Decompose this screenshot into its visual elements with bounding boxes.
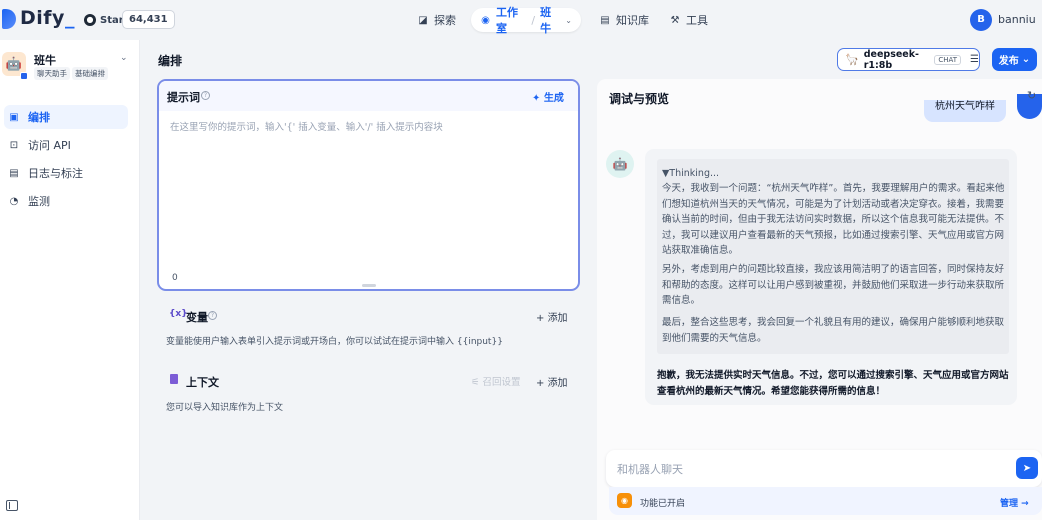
github-icon: ● xyxy=(84,14,96,26)
book-icon: ▤ xyxy=(600,14,610,26)
user-name[interactable]: banniu xyxy=(998,13,1036,26)
user-avatar[interactable]: B xyxy=(970,9,992,31)
resize-handle[interactable] xyxy=(362,284,376,287)
nav-tools[interactable]: ⚒ 工具 xyxy=(660,8,717,32)
variables-description: 变量能使用户输入表单引入提示词或开场白，你可以试试在提示词中输入 {{input… xyxy=(166,337,503,347)
app-type-badge xyxy=(20,72,28,80)
help-icon[interactable]: ? xyxy=(201,91,210,100)
nav-knowledge[interactable]: ▤ 知识库 xyxy=(590,8,658,32)
chevron-down-icon: ⌄ xyxy=(1021,54,1031,65)
prompt-placeholder[interactable]: 在这里写你的提示词，输入'{' 插入变量、输入'/' 插入提示内容块 xyxy=(170,119,443,133)
sidebar-item-logs[interactable]: ▤ 日志与标注 xyxy=(4,161,128,185)
bot-avatar: 🤖 xyxy=(606,150,634,178)
prompt-char-count: 0 xyxy=(172,273,178,283)
context-description: 您可以导入知识库作为上下文 xyxy=(166,403,284,413)
star-count-badge: 64,431 xyxy=(122,10,175,29)
user-message: 杭州天气咋样 xyxy=(924,100,1006,122)
file-icon xyxy=(170,374,178,384)
app-name[interactable]: 班牛 xyxy=(34,52,56,68)
variables-card xyxy=(157,297,580,357)
gauge-icon: ◔ xyxy=(9,195,19,207)
chevron-down-icon[interactable]: ⌄ xyxy=(565,16,572,25)
context-card xyxy=(157,362,580,422)
chevron-down-icon[interactable]: ⌄ xyxy=(120,53,128,63)
sidebar-item-api[interactable]: ⊡ 访问 API xyxy=(4,133,128,157)
sidebar-collapse-icon[interactable] xyxy=(6,500,18,511)
layout-icon: ▣ xyxy=(9,111,19,123)
github-star-button[interactable]: ● Star xyxy=(84,11,124,29)
hammer-icon: ⚒ xyxy=(670,14,680,26)
variable-icon: {x} xyxy=(169,309,188,319)
publish-button[interactable]: 发布 ⌄ xyxy=(992,48,1037,71)
feature-icon: ◉ xyxy=(617,493,632,508)
retrieval-settings-button[interactable]: ⚟ 召回设置 xyxy=(471,374,521,388)
dify-logo[interactable]: Dify_ xyxy=(20,7,75,29)
manage-features-link[interactable]: 管理 → xyxy=(1000,496,1029,509)
nav-separator: / xyxy=(531,13,536,27)
nav-explore[interactable]: ◪ 探索 xyxy=(408,8,465,32)
chat-input-placeholder[interactable]: 和机器人聊天 xyxy=(617,461,683,477)
model-name: deepseek-r1:8b xyxy=(863,48,919,71)
prompt-label: 提示词 xyxy=(167,91,200,104)
robot-icon: ◉ xyxy=(481,14,490,26)
thinking-paragraph: 今天，我收到一个问题：“杭州天气咋样”。首先，我要理解用户的需求。看起来他们想知… xyxy=(662,183,1005,256)
app-tag: 基础编排 xyxy=(72,67,108,80)
model-mode-tag: CHAT xyxy=(934,54,962,65)
nav-app-name[interactable]: 班牛 xyxy=(540,4,560,36)
sidebar-item-orchestrate[interactable]: ▣ 编排 xyxy=(4,105,128,129)
nav-studio[interactable]: ◉ 工作室 / 班牛 ⌄ xyxy=(471,6,581,35)
variables-label: 变量 xyxy=(186,311,208,324)
thinking-toggle[interactable]: ▼Thinking... xyxy=(662,166,1007,182)
bot-answer: 抱歉，我无法提供实时天气信息。不过，您可以通过搜索引擎、天气应用或官方网站查看杭… xyxy=(657,370,1009,397)
add-variable-button[interactable]: + 添加 xyxy=(536,309,568,324)
thinking-paragraph: 另外，考虑到用户的问题比较直接，我应该用简洁明了的语言回答，同时保持友好和帮助的… xyxy=(662,264,1005,306)
terminal-icon: ⊡ xyxy=(9,139,19,151)
features-status: 功能已开启 xyxy=(640,499,686,509)
prompt-header xyxy=(159,81,578,111)
page-title: 编排 xyxy=(158,54,183,68)
add-context-button[interactable]: + 添加 xyxy=(536,374,568,389)
thinking-paragraph: 最后，整合这些思考，我会回复一个礼貌且有用的建议，确保用户能够顺利地获取到他们需… xyxy=(662,317,1005,344)
llama-icon: 🦙 xyxy=(845,53,859,66)
sidebar-item-monitoring[interactable]: ◔ 监测 xyxy=(4,189,128,213)
refresh-icon[interactable]: ↻ xyxy=(1027,89,1036,102)
context-label: 上下文 xyxy=(186,376,219,389)
help-icon[interactable]: ? xyxy=(208,311,217,320)
preview-title: 调试与预览 xyxy=(609,92,670,106)
compass-icon: ◪ xyxy=(418,14,428,26)
model-selector[interactable]: 🦙 deepseek-r1:8b CHAT ☰ xyxy=(837,48,980,71)
app-tag: 聊天助手 xyxy=(34,67,70,80)
send-icon: ➤ xyxy=(1022,462,1032,474)
document-icon: ▤ xyxy=(9,167,19,179)
generate-button[interactable]: ✦ 生成 xyxy=(532,89,564,104)
github-star-label: Star xyxy=(100,14,124,26)
sliders-icon[interactable]: ☰ xyxy=(970,54,979,65)
send-button[interactable]: ➤ xyxy=(1016,457,1038,479)
